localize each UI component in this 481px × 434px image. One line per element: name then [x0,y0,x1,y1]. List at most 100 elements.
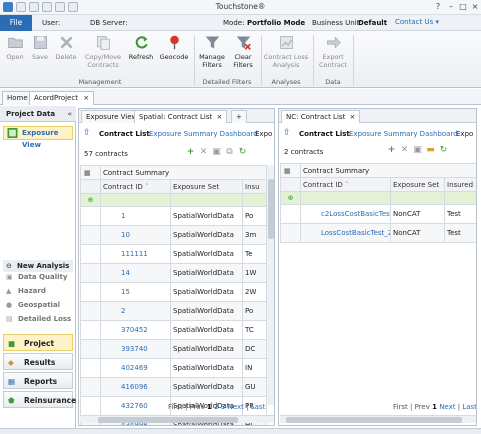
export-contract-button[interactable]: Export Contract [315,34,351,69]
subtab-more[interactable]: Expo [255,130,272,138]
filter-cell[interactable] [443,191,476,205]
add-tab-button[interactable]: + [231,110,247,123]
horizontal-scrollbar[interactable] [80,415,274,423]
column-header-exposure-set[interactable]: Exposure Set [170,179,243,194]
contract-id-cell[interactable]: 15 [100,282,171,302]
add-icon[interactable]: + [385,145,398,155]
save-row-icon[interactable]: ▣ [411,145,424,155]
pager-page-3[interactable]: 3 [221,403,225,411]
pager-first[interactable]: First [393,403,408,411]
filter-row[interactable]: ⊕ [280,191,476,205]
tab-spatial-contract-list[interactable]: Spatial: Contract List × [134,110,228,123]
nav-results[interactable]: ◆ Results [3,353,73,370]
save-button[interactable]: Save [28,34,52,62]
nav-item-exposure-view[interactable]: Exposure View [3,126,73,149]
column-header-contract-id[interactable]: Contract ID ˄ [300,177,391,192]
copy-row-icon[interactable]: ⧉ [223,147,236,157]
delete-button[interactable]: Delete [52,34,80,62]
close-tab-icon[interactable]: × [350,113,356,121]
contract-id-cell[interactable]: 416096 [100,377,171,397]
vertical-scrollbar[interactable] [266,165,274,405]
contract-id-cell[interactable]: 14 [100,263,171,283]
delete-row-icon[interactable]: ✕ [398,145,411,155]
contract-id-cell[interactable]: 393740 [100,339,171,359]
nav-project-data[interactable]: ■ Project Data [3,334,73,365]
table-row[interactable]: 370452 SpatialWorldData TC [80,320,268,340]
clear-filters-button[interactable]: Clear Filters [228,34,258,69]
nav-item-data-quality[interactable]: ▣ Data Quality [6,272,67,283]
scroll-thumb[interactable] [268,179,274,239]
table-row[interactable]: LossCostBasicTest_2_2NonCATTest [280,223,476,243]
pager-last[interactable]: Last [251,403,266,411]
table-row[interactable]: 402469 SpatialWorldData IN [80,358,268,378]
nav-reports[interactable]: ▦ Reports [3,372,73,389]
table-row[interactable]: 14 SpatialWorldData 1W [80,263,268,283]
pager-prev[interactable]: Prev [415,403,430,411]
contract-id-cell[interactable]: 370452 [100,320,171,340]
column-header-exposure-set[interactable]: Exposure Set [390,177,445,192]
navigate-up-icon[interactable]: ⇧ [83,128,91,138]
pager-next[interactable]: Next [439,403,455,411]
file-menu-button[interactable]: File [0,15,32,31]
pager-page-2[interactable]: 2 [214,403,218,411]
close-icon[interactable]: × [469,1,481,13]
table-row[interactable]: 1 SpatialWorldData Po [80,206,268,226]
refresh-grid-icon[interactable]: ↻ [437,145,450,155]
table-row[interactable]: 111111 SpatialWorldData Te [80,244,268,264]
navigate-up-icon[interactable]: ⇧ [283,128,291,138]
filter-cell[interactable] [300,191,391,205]
scroll-thumb[interactable] [98,417,238,423]
contract-id-cell[interactable]: 1 [100,206,171,226]
nav-item-hazard[interactable]: ▲ Hazard [6,286,46,297]
delete-row-icon[interactable]: ✕ [197,147,210,157]
nav-section-new-analysis[interactable]: ⊖ New Analysis [3,260,73,272]
tab-acord-project[interactable]: AcordProject × [29,91,95,105]
tab-nc-contract-list[interactable]: NC: Contract List × [281,110,361,123]
contact-us-link[interactable]: Contact Us ▾ [395,18,439,26]
filter-cell[interactable] [100,193,171,207]
column-header-insured[interactable]: Insured [443,177,476,192]
maximize-icon[interactable]: □ [457,1,469,13]
nav-reinsurance[interactable]: ⬟ Reinsurance [3,391,76,408]
contract-id-cell[interactable]: 2 [100,301,171,321]
contract-id-cell[interactable]: 111111 [100,244,171,264]
column-header-contract-id[interactable]: Contract ID ˄ [100,179,171,194]
filter-cell[interactable] [390,191,445,205]
subtab-contract-list[interactable]: Contract List [299,130,350,138]
pager-first[interactable]: First [168,403,183,411]
subtab-contract-list[interactable]: Contract List [99,130,150,138]
nav-item-geospatial[interactable]: ● Geospatial [6,300,60,311]
filter-row[interactable]: ⊕ [80,193,268,207]
close-tab-icon[interactable]: × [83,94,89,102]
contract-id-cell[interactable]: LossCostBasicTest_2_2 [300,223,391,243]
contract-id-cell[interactable]: 10 [100,225,171,245]
contract-id-cell[interactable]: c2LossCostBasicTest_2_2 [300,204,391,224]
pager-prev[interactable]: Prev [190,403,205,411]
open-button[interactable]: Open [2,34,28,62]
contract-id-cell[interactable]: 402469 [100,358,171,378]
contract-id-cell[interactable]: 432760 [100,396,171,416]
add-icon[interactable]: + [184,147,197,157]
folder-icon[interactable]: ▬ [424,145,437,155]
nav-item-detailed-loss[interactable]: ▤ Detailed Loss [6,314,71,325]
table-row[interactable]: 2 SpatialWorldData Po [80,301,268,321]
pager-next[interactable]: Next [228,403,244,411]
geocode-button[interactable]: Geocode [158,34,190,62]
close-tab-icon[interactable]: × [217,113,223,121]
contract-loss-analysis-button[interactable]: Contract Loss Analysis [263,34,309,69]
table-row[interactable]: c2LossCostBasicTest_2_2NonCATTest [280,204,476,224]
table-row[interactable]: 416096 SpatialWorldData GU [80,377,268,397]
refresh-button[interactable]: Refresh [126,34,156,62]
subtab-more[interactable]: Expo [456,130,473,138]
manage-filters-button[interactable]: Manage Filters [196,34,228,69]
grid-options-icon[interactable]: ▦ [80,165,101,180]
scroll-thumb[interactable] [286,417,462,423]
table-row[interactable]: 15 SpatialWorldData 2W [80,282,268,302]
collapse-icon[interactable]: « [67,106,72,122]
column-header-insured[interactable]: Insu [241,179,268,194]
subtab-exposure-summary[interactable]: Exposure Summary Dashboard [349,130,458,138]
horizontal-scrollbar[interactable] [280,415,476,423]
pager-last[interactable]: Last [462,403,476,411]
copy-move-contracts-button[interactable]: Copy/Move Contracts [82,34,124,69]
subtab-exposure-summary[interactable]: Exposure Summary Dashboard [149,130,258,138]
